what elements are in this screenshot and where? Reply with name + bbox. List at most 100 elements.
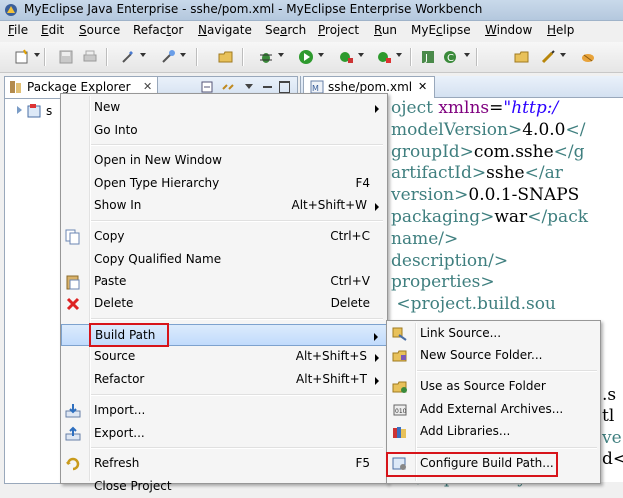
debug-icon[interactable] <box>258 49 274 65</box>
collapse-all-icon[interactable] <box>201 81 213 93</box>
code-token: oject <box>391 98 439 118</box>
package-explorer-tab-label: Package Explorer <box>27 80 131 94</box>
menu-item-label: Refactor <box>94 372 145 386</box>
run-dropdown-icon[interactable] <box>318 53 324 57</box>
refresh-icon <box>66 457 80 471</box>
menu-separator <box>417 370 597 372</box>
menu-refactor[interactable]: Refactor <box>133 23 183 37</box>
copy-icon <box>65 229 80 245</box>
maximize-icon[interactable] <box>279 81 290 93</box>
code-token: modelVersion> <box>391 119 523 140</box>
title-bar: MyEclipse Java Enterprise - sshe/pom.xml… <box>0 0 623 21</box>
wand-dropdown-icon[interactable] <box>140 53 146 57</box>
code-line: version>0.0.1-SNAPS <box>391 185 588 207</box>
new-icon[interactable] <box>14 49 30 65</box>
wand-icon[interactable] <box>120 49 136 65</box>
code-token: xmlns <box>438 98 490 118</box>
editor-tab-label: sshe/pom.xml <box>328 80 413 94</box>
menu-item-source[interactable]: Source Alt+Shift+S <box>61 346 387 368</box>
debug-dropdown-icon[interactable] <box>278 53 284 57</box>
menu-item-open-type-hierarchy[interactable]: Open Type Hierarchy F4 <box>61 173 387 195</box>
menu-window[interactable]: Window <box>485 23 532 37</box>
open-folder-icon[interactable] <box>218 49 234 65</box>
search-pencil-icon[interactable] <box>540 49 556 65</box>
menu-item-open-new-window[interactable]: Open in New Window <box>61 150 387 172</box>
profile-icon[interactable] <box>376 49 392 65</box>
menu-file[interactable]: File <box>8 23 28 37</box>
code-token: artifactId> <box>391 163 487 184</box>
close-icon[interactable]: ✕ <box>418 80 427 93</box>
submenu-item-label: Add External Archives... <box>420 402 564 416</box>
menu-myeclipse[interactable]: MyEclipse <box>411 23 471 37</box>
menu-separator <box>91 144 383 146</box>
submenu-arrow-icon <box>375 354 379 362</box>
submenu-item-new-source-folder[interactable]: New Source Folder... <box>387 345 600 367</box>
annotation-highlight-box <box>386 452 558 477</box>
external-tools-icon[interactable] <box>338 49 354 65</box>
link-source-icon <box>392 327 407 341</box>
open-type-icon[interactable]: J <box>420 49 436 65</box>
menu-separator <box>91 394 383 396</box>
menu-search[interactable]: Search <box>265 23 306 37</box>
menu-item-shortcut: F4 <box>355 176 370 190</box>
submenu-item-add-external-archives[interactable]: 010 Add External Archives... <box>387 399 600 421</box>
menu-item-copy[interactable]: Copy Ctrl+C <box>61 226 387 248</box>
menu-item-show-in[interactable]: Show In Alt+Shift+W <box>61 195 387 217</box>
menu-item-export[interactable]: Export... <box>61 423 387 445</box>
menu-help[interactable]: Help <box>547 23 574 37</box>
new-dropdown-icon[interactable] <box>34 53 40 57</box>
submenu-arrow-icon <box>375 203 379 211</box>
menu-item-refresh[interactable]: Refresh F5 <box>61 453 387 475</box>
open-project-icon[interactable] <box>514 49 530 65</box>
code-token: d< <box>602 449 623 469</box>
menu-item-shortcut: Alt+Shift+W <box>291 198 368 212</box>
code-token: sshe <box>486 163 525 184</box>
browser-icon[interactable] <box>580 49 596 65</box>
menu-item-label: Delete <box>94 296 134 310</box>
server-wizard-dropdown-icon[interactable] <box>180 53 186 57</box>
profile-dropdown-icon[interactable] <box>396 53 402 57</box>
menu-item-label: New <box>94 100 121 114</box>
submenu-item-use-as-source-folder[interactable]: Use as Source Folder <box>387 376 600 398</box>
print-icon[interactable] <box>82 49 98 65</box>
link-with-editor-icon[interactable] <box>221 80 235 94</box>
xml-file-icon: M <box>310 80 324 94</box>
package-explorer-icon <box>10 81 21 93</box>
menu-project[interactable]: Project <box>318 23 359 37</box>
submenu-item-label: Use as Source Folder <box>420 379 546 393</box>
menu-navigate[interactable]: Navigate <box>198 23 252 37</box>
menu-source[interactable]: Source <box>79 23 120 37</box>
menu-item-go-into[interactable]: Go Into <box>61 120 387 142</box>
search-dropdown-icon[interactable] <box>560 53 566 57</box>
run-icon[interactable] <box>298 49 314 65</box>
menu-item-new[interactable]: New <box>61 97 387 119</box>
submenu-item-link-source[interactable]: Link Source... <box>387 323 600 345</box>
menu-item-refactor[interactable]: Refactor Alt+Shift+T <box>61 369 387 391</box>
submenu-item-add-libraries[interactable]: Add Libraries... <box>387 421 600 443</box>
menu-item-label: Export... <box>94 426 145 440</box>
code-token: </g <box>553 141 585 162</box>
menu-item-delete[interactable]: Delete Delete <box>61 293 387 315</box>
menu-item-paste[interactable]: Paste Ctrl+V <box>61 271 387 293</box>
code-token: </pack <box>527 206 589 227</box>
code-line: properties> <box>391 272 588 294</box>
menu-item-close-project[interactable]: Close Project <box>61 476 387 498</box>
menu-item-copy-qualified-name[interactable]: Copy Qualified Name <box>61 249 387 271</box>
code-token: 0.0.1-SNAPS <box>468 185 580 206</box>
menu-item-import[interactable]: Import... <box>61 400 387 422</box>
server-wizard-icon[interactable] <box>160 49 176 65</box>
new-java-class-icon[interactable]: C <box>442 49 458 65</box>
view-menu-icon[interactable] <box>245 84 253 89</box>
code-token: "http:/ <box>503 98 559 118</box>
code-token: ve <box>602 428 622 448</box>
export-icon <box>65 426 81 441</box>
menu-edit[interactable]: Edit <box>41 23 64 37</box>
menu-run[interactable]: Run <box>374 23 397 37</box>
expand-arrow-icon[interactable] <box>17 106 22 114</box>
minimize-icon[interactable] <box>263 86 272 88</box>
external-tools-dropdown-icon[interactable] <box>358 53 364 57</box>
context-menu: New Go Into Open in New Window Open Type Hi… <box>60 93 388 493</box>
close-icon[interactable]: ✕ <box>143 80 152 93</box>
save-icon[interactable] <box>58 49 74 65</box>
new-class-dropdown-icon[interactable] <box>464 53 470 57</box>
